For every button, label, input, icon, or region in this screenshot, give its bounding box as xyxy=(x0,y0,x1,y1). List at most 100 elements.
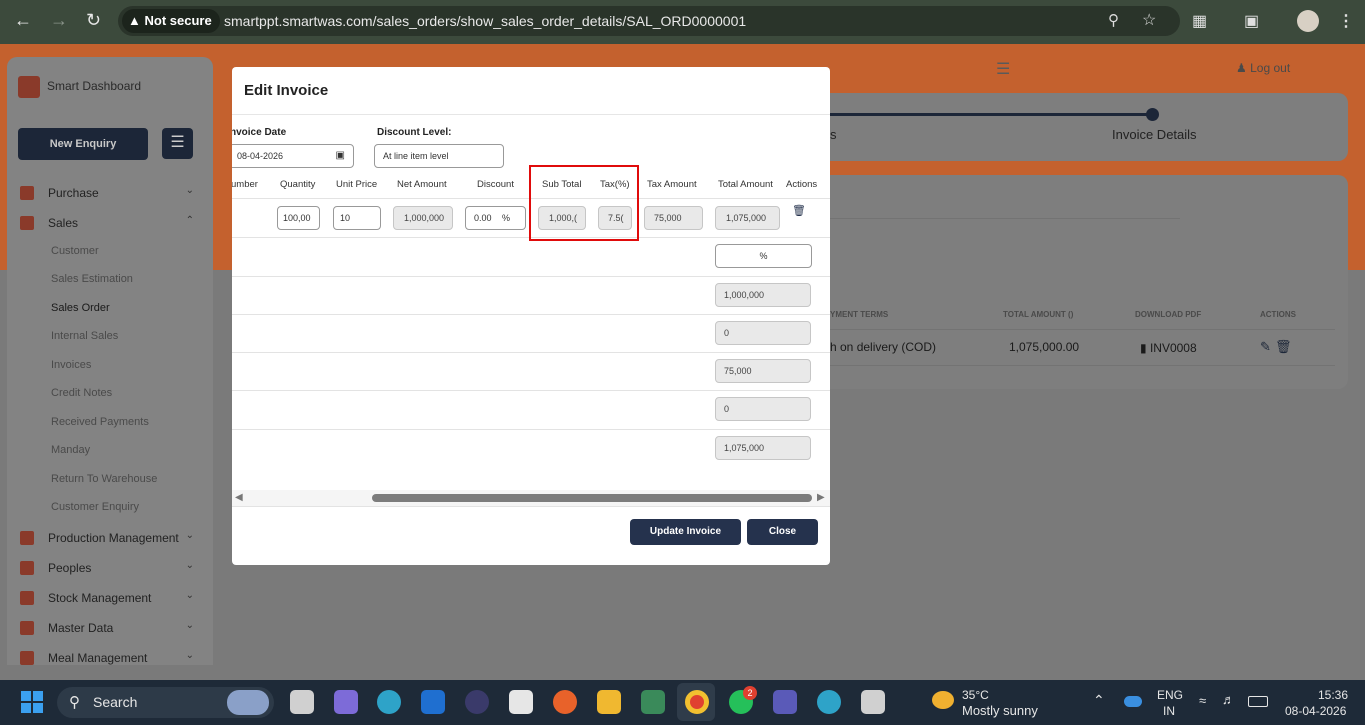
scroll-left-icon[interactable]: ◀ xyxy=(235,492,243,503)
sidebar-subitem-received-payments[interactable]: Received Payments xyxy=(51,416,149,428)
scrollbar-thumb[interactable] xyxy=(372,494,812,502)
summary-discount-field: 0 xyxy=(715,321,811,345)
logout-link[interactable]: ♟ Log out xyxy=(1236,61,1290,75)
sidebar-subitem-customer-enquiry[interactable]: Customer Enquiry xyxy=(51,501,139,513)
sidebar-item-production-management[interactable]: Production Management ⌄ xyxy=(20,530,200,550)
not-secure-label: Not secure xyxy=(144,13,212,28)
user-icon: ♟ xyxy=(1236,61,1247,75)
discount-level-select[interactable]: At line item level xyxy=(374,144,504,168)
edge-icon[interactable] xyxy=(377,690,401,714)
hamburger-icon[interactable]: ☰ xyxy=(996,59,1010,79)
profile-avatar[interactable] xyxy=(1297,10,1319,32)
sidebar-subitem-invoices[interactable]: Invoices xyxy=(51,359,91,371)
battery-icon[interactable] xyxy=(1248,696,1268,707)
edit-icon[interactable]: ✎ xyxy=(1260,339,1271,355)
sidebar-item-purchase[interactable]: Purchase ⌄ xyxy=(20,185,200,205)
tab-search-icon[interactable]: ▣ xyxy=(1244,11,1259,31)
chevron-down-icon: ⌄ xyxy=(185,620,194,631)
meal-icon xyxy=(20,651,34,665)
quantity-input[interactable]: 100,00 xyxy=(277,206,320,230)
clock-date[interactable]: 08-04-2026 xyxy=(1285,704,1346,718)
new-enquiry-button[interactable]: New Enquiry xyxy=(18,128,148,160)
divider xyxy=(232,314,830,315)
sidebar-subitem-sales-order[interactable]: Sales Order xyxy=(51,302,110,314)
edge-dev-icon[interactable] xyxy=(817,690,841,714)
language-top[interactable]: ENG xyxy=(1157,688,1183,702)
eclipse-icon[interactable] xyxy=(465,690,489,714)
calendar-icon[interactable]: ▣ xyxy=(336,145,345,167)
app-tool-icon[interactable] xyxy=(641,690,665,714)
sidebar-item-meal-management[interactable]: Meal Management ⌄ xyxy=(20,650,200,670)
summary-discount-percent-input[interactable]: % xyxy=(715,244,812,268)
clock-time[interactable]: 15:36 xyxy=(1318,688,1348,702)
sidebar-item-label: Peoples xyxy=(48,561,92,575)
weather-desc[interactable]: Mostly sunny xyxy=(962,703,1038,718)
snipping-tool-icon[interactable] xyxy=(861,690,885,714)
reload-icon[interactable]: ↻ xyxy=(86,10,101,31)
scroll-right-icon[interactable]: ▶ xyxy=(817,492,825,503)
update-invoice-button[interactable]: Update Invoice xyxy=(630,519,741,545)
bookmark-star-icon[interactable]: ☆ xyxy=(1142,10,1156,30)
file-pdf-icon: ▮ xyxy=(1140,341,1147,355)
search-icon: ⚲ xyxy=(69,694,80,711)
task-view-icon[interactable] xyxy=(290,690,314,714)
tray-chevron-up-icon[interactable]: ⌃ xyxy=(1093,692,1105,709)
not-secure-badge[interactable]: ▲ Not secure xyxy=(122,9,220,33)
discount-input[interactable]: 0.00 % xyxy=(465,206,526,230)
volume-icon[interactable]: ♬ xyxy=(1222,692,1235,707)
address-bar[interactable]: ▲ Not secure smartppt.smartwas.com/sales… xyxy=(118,6,1180,36)
sidebar-item-master-data[interactable]: Master Data ⌄ xyxy=(20,620,200,640)
wifi-icon[interactable]: ≈ xyxy=(1199,693,1206,708)
divider xyxy=(830,365,1335,366)
column-header-quantity: Quantity xyxy=(280,179,316,190)
sidebar-item-label: Master Data xyxy=(48,621,114,635)
extensions-icon[interactable]: ▦ xyxy=(1192,11,1207,31)
menu-dots-icon[interactable]: ⋮ xyxy=(1338,11,1354,31)
column-header-unit-price: Unit Price xyxy=(336,179,378,190)
delete-row-icon[interactable]: 🗑 xyxy=(792,204,806,217)
sidebar-subitem-return-to-warehouse[interactable]: Return To Warehouse xyxy=(51,473,157,485)
language-bottom[interactable]: IN xyxy=(1163,704,1175,718)
url-text[interactable]: smartppt.smartwas.com/sales_orders/show_… xyxy=(224,13,746,29)
sidebar-subitem-internal-sales[interactable]: Internal Sales xyxy=(51,330,118,342)
sidebar-subitem-manday[interactable]: Manday xyxy=(51,444,90,456)
back-icon[interactable]: ← xyxy=(14,10,32,31)
onedrive-icon[interactable] xyxy=(1124,696,1142,707)
firefox-icon[interactable] xyxy=(553,690,577,714)
chrome-icon[interactable] xyxy=(685,690,709,714)
sales-icon xyxy=(20,216,34,230)
sidebar-toggle-icon[interactable]: ☰ xyxy=(162,128,193,159)
chevron-up-icon: ⌃ xyxy=(185,215,194,226)
trash-icon[interactable]: 🗑 xyxy=(1275,339,1292,355)
divider xyxy=(232,114,830,115)
factory-icon xyxy=(20,531,34,545)
brand-title: Smart Dashboard xyxy=(47,79,142,93)
forward-icon[interactable]: → xyxy=(50,10,68,31)
close-button[interactable]: Close xyxy=(747,519,818,545)
pdf-download-link[interactable]: ▮ INV0008 xyxy=(1140,341,1197,355)
sidebar-item-peoples[interactable]: Peoples ⌄ xyxy=(20,560,200,580)
column-header: TOTAL AMOUNT () xyxy=(1003,310,1074,319)
outlook-icon[interactable] xyxy=(421,690,445,714)
file-explorer-icon[interactable] xyxy=(597,690,621,714)
divider xyxy=(830,329,1335,330)
sidebar-subitem-sales-estimation[interactable]: Sales Estimation xyxy=(51,273,133,285)
app-box-icon[interactable] xyxy=(509,690,533,714)
weather-temp[interactable]: 35°C xyxy=(962,688,989,702)
teams-icon[interactable] xyxy=(773,690,797,714)
discount-level-label: Discount Level: xyxy=(377,127,452,138)
unit-price-input[interactable]: 10 xyxy=(333,206,381,230)
chevron-down-icon: ⌄ xyxy=(185,185,194,196)
copilot-icon[interactable] xyxy=(334,690,358,714)
sidebar-subitem-credit-notes[interactable]: Credit Notes xyxy=(51,387,112,399)
sidebar-item-sales[interactable]: Sales ⌃ xyxy=(20,215,200,235)
sidebar-subitem-customer[interactable]: Customer xyxy=(51,245,99,257)
windows-start-icon[interactable] xyxy=(21,691,43,713)
taskbar-search[interactable]: ⚲ Search xyxy=(57,687,274,718)
sidebar-item-stock-management[interactable]: Stock Management ⌄ xyxy=(20,590,200,610)
invoice-date-input[interactable]: 08-04-2026 ▣ xyxy=(232,144,354,168)
search-highlight-image xyxy=(227,690,269,715)
zoom-icon[interactable]: ⚲ xyxy=(1108,11,1119,29)
sidebar-item-label: Purchase xyxy=(48,186,99,200)
divider xyxy=(232,352,830,353)
